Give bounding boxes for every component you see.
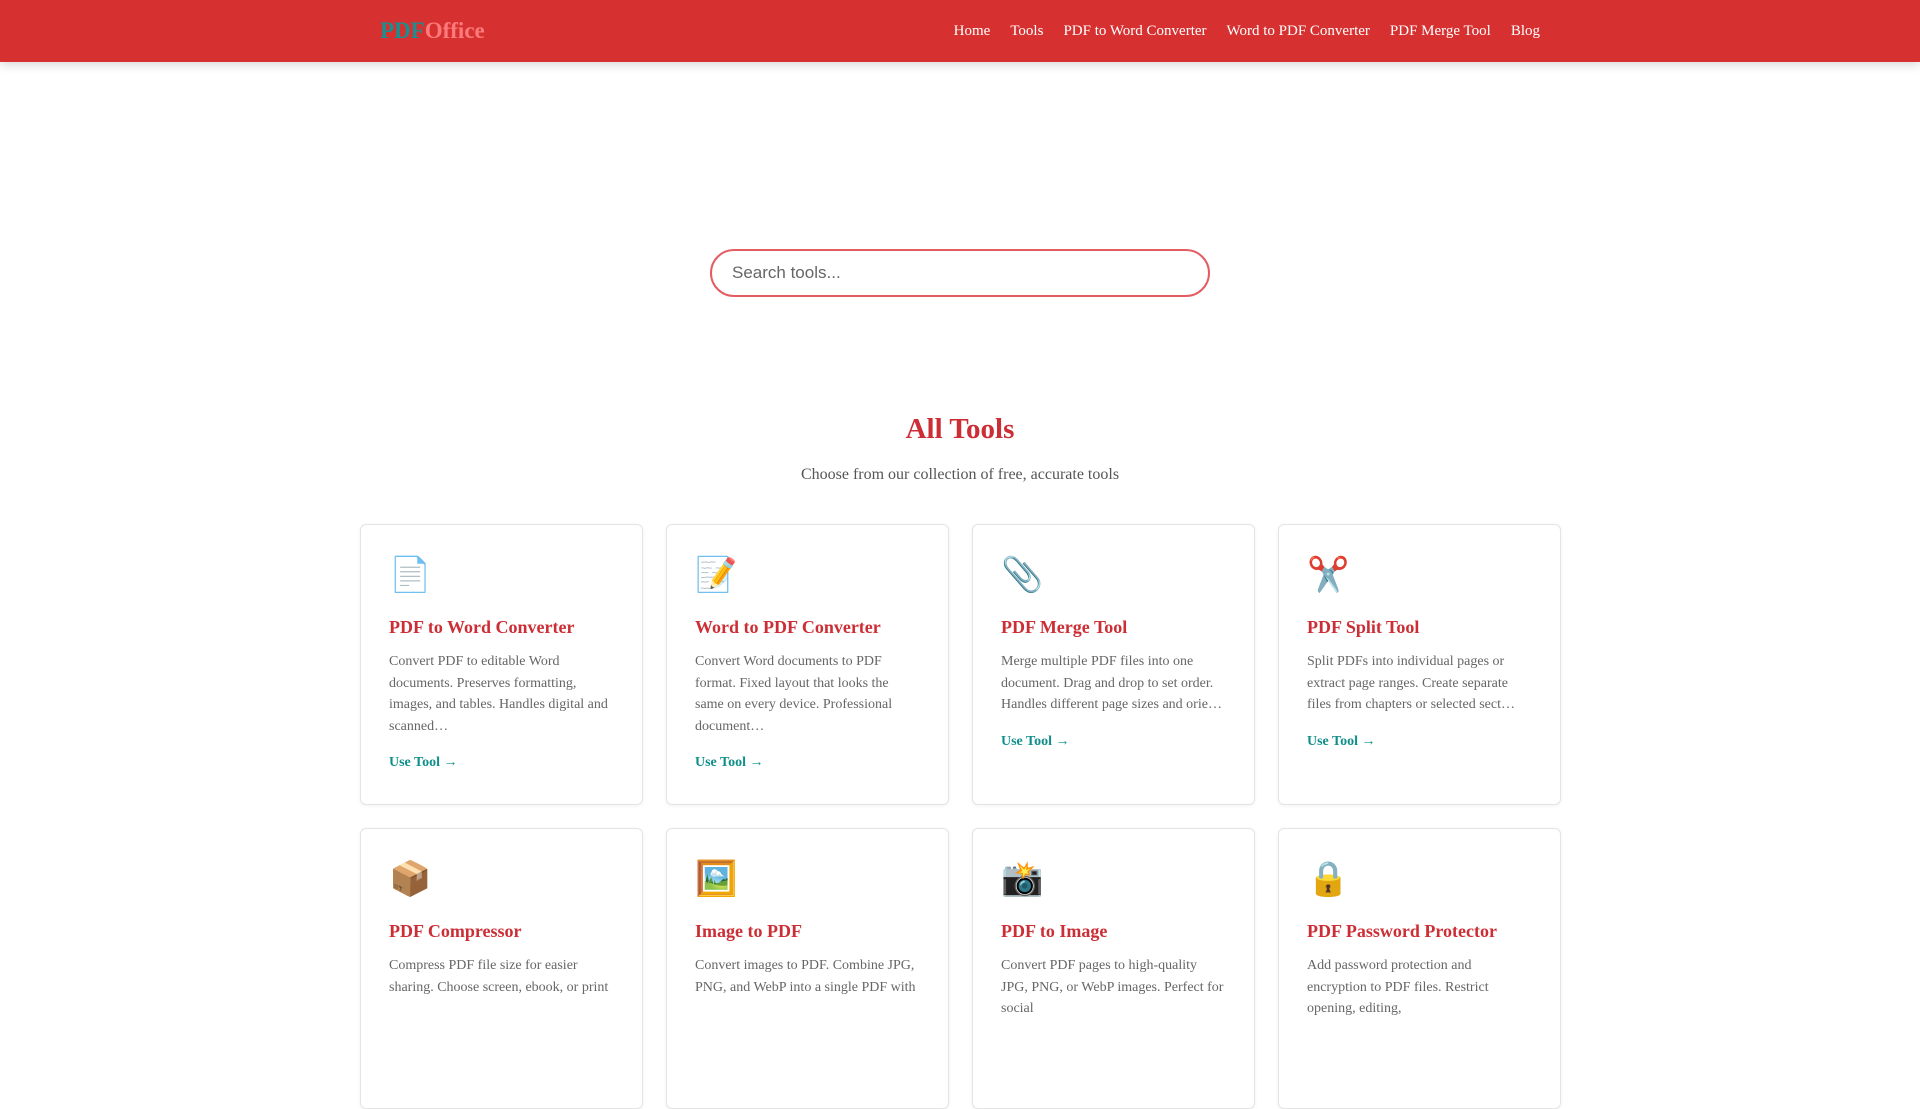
tool-card-pdf-to-word[interactable]: 📄 PDF to Word Converter Convert PDF to e…	[360, 524, 643, 805]
tool-card-description: Convert Word documents to PDF format. Fi…	[695, 654, 893, 734]
use-tool-link[interactable]: Use Tool →	[1001, 734, 1069, 750]
use-tool-link[interactable]: Use Tool →	[389, 755, 457, 771]
nav-link-pdf-to-word[interactable]: PDF to Word Converter	[1063, 23, 1206, 40]
nav-link-tools[interactable]: Tools	[1010, 23, 1043, 40]
tool-card-title: PDF to Word Converter	[389, 617, 575, 637]
nav-link-word-to-pdf[interactable]: Word to PDF Converter	[1227, 23, 1370, 40]
tool-card-title: PDF Merge Tool	[1001, 617, 1128, 637]
logo-text-office: Office	[424, 18, 485, 43]
tool-card-description: Split PDFs into individual pages or extr…	[1307, 654, 1515, 712]
tool-card-description: Compress PDF file size for easier sharin…	[389, 958, 609, 995]
tool-card-title: PDF to Image	[1001, 921, 1108, 941]
tool-card-title: PDF Split Tool	[1307, 617, 1420, 637]
nav-link-blog[interactable]: Blog	[1511, 23, 1540, 40]
tool-card-description: Add password protection and encryption t…	[1307, 958, 1489, 1016]
tool-card-pdf-to-image[interactable]: 📸 PDF to Image Convert PDF pages to high…	[972, 828, 1255, 1109]
use-tool-link[interactable]: Use Tool →	[1307, 734, 1375, 750]
section-subtitle: Choose from our collection of free, accu…	[800, 466, 1120, 483]
logo-text-pdf: PDF	[380, 18, 425, 43]
scissors-icon: ✂️	[1307, 555, 1350, 595]
lock-icon: 🔒	[1307, 859, 1350, 899]
tool-card-pdf-merge[interactable]: 📎 PDF Merge Tool Merge multiple PDF file…	[972, 524, 1255, 805]
top-navbar: PDFOffice Home Tools PDF to Word Convert…	[0, 0, 1920, 62]
site-logo[interactable]: PDFOffice	[380, 16, 485, 46]
tool-card-pdf-compressor[interactable]: 📦 PDF Compressor Compress PDF file size …	[360, 828, 643, 1109]
camera-flash-icon: 📸	[1001, 859, 1044, 899]
tool-card-description: Convert PDF to editable Word documents. …	[389, 654, 608, 734]
tool-card-title: PDF Compressor	[389, 921, 522, 941]
paperclip-icon: 📎	[1001, 555, 1044, 595]
tool-card-pdf-password-protector[interactable]: 🔒 PDF Password Protector Add password pr…	[1278, 828, 1561, 1109]
main-nav: Home Tools PDF to Word Converter Word to…	[954, 0, 1540, 62]
tool-search-input[interactable]	[710, 249, 1210, 297]
tool-card-pdf-split[interactable]: ✂️ PDF Split Tool Split PDFs into indivi…	[1278, 524, 1561, 805]
nav-link-home[interactable]: Home	[954, 23, 991, 40]
memo-icon: 📝	[695, 555, 738, 595]
tool-card-description: Merge multiple PDF files into one docume…	[1001, 654, 1222, 712]
package-icon: 📦	[389, 859, 432, 899]
tool-card-title: Word to PDF Converter	[695, 617, 881, 637]
use-tool-link[interactable]: Use Tool →	[695, 755, 763, 771]
tool-card-description: Convert images to PDF. Combine JPG, PNG,…	[695, 958, 916, 995]
tool-card-image-to-pdf[interactable]: 🖼️ Image to PDF Convert images to PDF. C…	[666, 828, 949, 1109]
tools-grid: 📄 PDF to Word Converter Convert PDF to e…	[360, 524, 1561, 1109]
tool-card-description: Convert PDF pages to high-quality JPG, P…	[1001, 958, 1224, 1016]
picture-icon: 🖼️	[695, 859, 738, 899]
document-icon: 📄	[389, 555, 432, 595]
tool-card-title: PDF Password Protector	[1307, 921, 1497, 941]
tool-card-title: Image to PDF	[695, 921, 802, 941]
tool-card-word-to-pdf[interactable]: 📝 Word to PDF Converter Convert Word doc…	[666, 524, 949, 805]
section-title: All Tools	[905, 413, 1015, 445]
nav-link-pdf-merge[interactable]: PDF Merge Tool	[1390, 23, 1491, 40]
